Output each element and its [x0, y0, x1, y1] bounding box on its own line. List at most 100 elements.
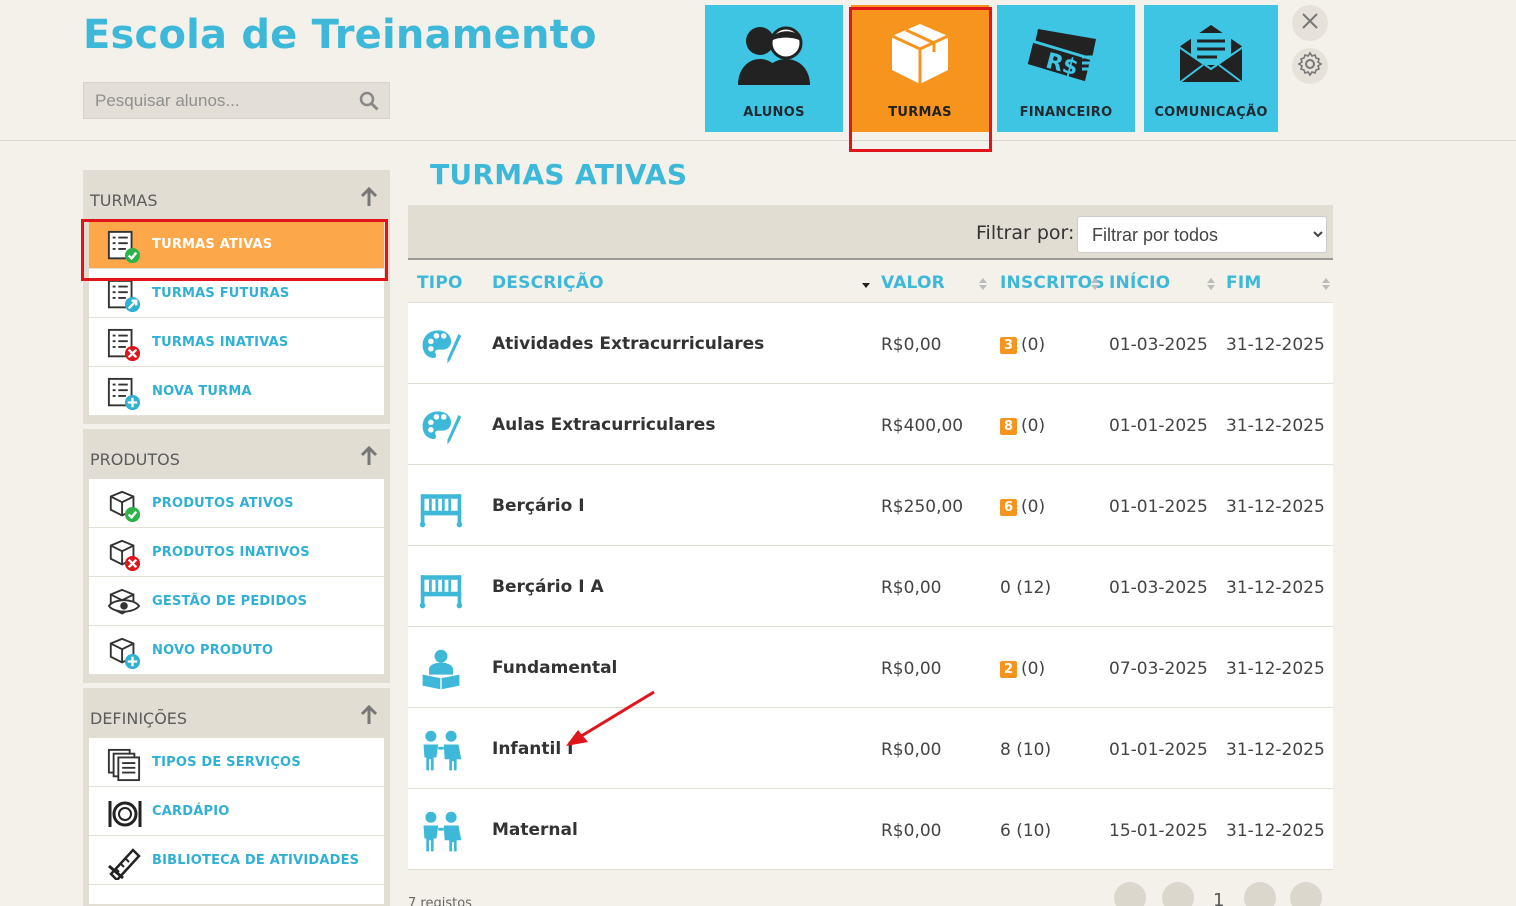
- enrolled-badge: 8: [1000, 418, 1018, 435]
- sidebar-title-definicoes: DEFINIÇÕES: [90, 709, 188, 728]
- nav-tile-financeiro[interactable]: R$ FINANCEIRO: [997, 5, 1135, 132]
- sort-icon[interactable]: [978, 276, 988, 295]
- row-inicio: 01-03-2025: [1109, 578, 1208, 598]
- table-row[interactable]: Atividades Extracurriculares R$0,00 3 (0)…: [408, 303, 1333, 384]
- row-description[interactable]: Maternal: [492, 820, 578, 840]
- sidebar-header-definicoes[interactable]: DEFINIÇÕES: [83, 688, 390, 738]
- row-inscritos-text: (0): [1021, 497, 1046, 517]
- sidebar-section-produtos: PRODUTOS PRODUTOS ATIVOS PRODUTOS INATIV…: [83, 429, 390, 683]
- row-inscritos: 2 (0): [1000, 659, 1045, 679]
- col-fim[interactable]: FIM: [1226, 273, 1261, 293]
- col-valor[interactable]: VALOR: [881, 273, 945, 293]
- students-icon: [705, 19, 843, 87]
- ruler-pencil-icon: [107, 846, 143, 884]
- row-inicio: 01-01-2025: [1109, 740, 1208, 760]
- nav-tile-comunicacao[interactable]: COMUNICAÇÃO: [1144, 5, 1278, 132]
- enrolled-badge: 6: [1000, 499, 1018, 516]
- row-inscritos-text: 6 (10): [1000, 821, 1052, 841]
- sidebar-item-label: NOVO PRODUTO: [152, 643, 274, 658]
- sidebar-item-nova-turma[interactable]: NOVA TURMA: [89, 367, 384, 416]
- row-inscritos: 3 (0): [1000, 335, 1045, 355]
- row-description[interactable]: Fundamental: [492, 658, 617, 678]
- sidebar-item-tipos-servicos[interactable]: TIPOS DE SERVIÇOS: [89, 738, 384, 787]
- close-button[interactable]: [1292, 5, 1328, 41]
- nav-label-financeiro: FINANCEIRO: [1019, 105, 1113, 120]
- sidebar-item-label: PRODUTOS INATIVOS: [152, 545, 310, 560]
- search-icon[interactable]: [359, 91, 379, 115]
- table-row[interactable]: Berçário I R$250,00 6 (0) 01-01-2025 31-1…: [408, 465, 1333, 546]
- sidebar-item-partial[interactable]: [89, 885, 384, 905]
- row-valor: R$400,00: [881, 416, 964, 436]
- sidebar-item-label: TURMAS INATIVAS: [152, 335, 289, 350]
- col-descricao[interactable]: DESCRIÇÃO: [492, 273, 604, 293]
- row-inscritos-text: (0): [1021, 335, 1046, 355]
- highlight-box-turmas-ativas: [81, 219, 388, 281]
- sidebar-item-gestao-pedidos[interactable]: GESTÃO DE PEDIDOS: [89, 577, 384, 626]
- cube-check-icon: [107, 489, 141, 527]
- table-row[interactable]: Infantil I R$0,00 8 (10) 01-01-2025 31-1…: [408, 708, 1333, 789]
- row-inscritos: 8 (0): [1000, 416, 1045, 436]
- collapse-arrow-icon[interactable]: [360, 186, 378, 212]
- col-inicio[interactable]: INÍCIO: [1109, 273, 1170, 293]
- sidebar-header-turmas[interactable]: TURMAS: [83, 170, 390, 220]
- enrolled-badge: 3: [1000, 337, 1018, 354]
- sidebar-header-produtos[interactable]: PRODUTOS: [83, 429, 390, 479]
- sort-desc-icon[interactable]: [860, 276, 872, 295]
- sidebar-item-turmas-inativas[interactable]: TURMAS INATIVAS: [89, 318, 384, 367]
- list-plus-icon: [107, 377, 141, 415]
- crib-icon: [416, 485, 466, 535]
- nav-tile-alunos[interactable]: ALUNOS: [705, 5, 843, 132]
- table-row[interactable]: Fundamental R$0,00 2 (0) 07-03-2025 31-12…: [408, 627, 1333, 708]
- table-row[interactable]: Maternal R$0,00 6 (10) 15-01-2025 31-12-…: [408, 789, 1333, 870]
- sidebar-section-turmas: TURMAS TURMAS ATIVAS TURMAS FUTURAS TURM…: [83, 170, 390, 424]
- row-fim: 31-12-2025: [1226, 740, 1325, 760]
- palette-icon: [416, 323, 466, 373]
- sort-icon[interactable]: [1206, 276, 1216, 295]
- enrolled-badge: 2: [1000, 661, 1018, 678]
- sidebar-item-produtos-inativos[interactable]: PRODUTOS INATIVOS: [89, 528, 384, 577]
- first-page-button[interactable]: [1114, 882, 1146, 906]
- cube-eye-icon: [107, 587, 141, 625]
- prev-page-button[interactable]: [1162, 882, 1194, 906]
- sidebar-item-biblioteca[interactable]: BIBLIOTECA DE ATIVIDADES: [89, 836, 384, 885]
- row-description[interactable]: Berçário I A: [492, 577, 604, 597]
- row-fim: 31-12-2025: [1226, 578, 1325, 598]
- reader-icon: [416, 647, 466, 697]
- row-fim: 31-12-2025: [1226, 416, 1325, 436]
- gear-icon: [1297, 51, 1323, 81]
- sidebar-item-produtos-ativos[interactable]: PRODUTOS ATIVOS: [89, 479, 384, 528]
- row-description[interactable]: Berçário I: [492, 496, 585, 516]
- row-inscritos-text: (0): [1021, 416, 1046, 436]
- row-valor: R$0,00: [881, 578, 942, 598]
- sidebar-item-cardapio[interactable]: CARDÁPIO: [89, 787, 384, 836]
- filter-select[interactable]: Filtrar por todos: [1077, 216, 1327, 253]
- settings-button[interactable]: [1292, 48, 1328, 84]
- sidebar-item-label: NOVA TURMA: [152, 384, 252, 399]
- collapse-arrow-icon[interactable]: [360, 445, 378, 471]
- sort-icon[interactable]: [1321, 276, 1331, 295]
- sidebar-item-label: BIBLIOTECA DE ATIVIDADES: [152, 853, 360, 868]
- sidebar-item-label: TURMAS FUTURAS: [152, 286, 290, 301]
- last-page-button[interactable]: [1290, 882, 1322, 906]
- table-row[interactable]: Aulas Extracurriculares R$400,00 8 (0) 01…: [408, 384, 1333, 465]
- row-description[interactable]: Atividades Extracurriculares: [492, 334, 764, 354]
- plate-cutlery-icon: [107, 797, 143, 835]
- row-inscritos: 6 (0): [1000, 497, 1045, 517]
- row-valor: R$0,00: [881, 821, 942, 841]
- cube-x-icon: [107, 538, 141, 576]
- next-page-button[interactable]: [1244, 882, 1276, 906]
- search-input[interactable]: [84, 83, 354, 118]
- search-box[interactable]: [83, 82, 390, 119]
- stacked-docs-icon: [107, 748, 141, 786]
- row-inscritos-text: (0): [1021, 659, 1046, 679]
- row-description[interactable]: Aulas Extracurriculares: [492, 415, 715, 435]
- row-valor: R$0,00: [881, 740, 942, 760]
- row-fim: 31-12-2025: [1226, 335, 1325, 355]
- collapse-arrow-icon[interactable]: [360, 704, 378, 730]
- sidebar-item-novo-produto[interactable]: NOVO PRODUTO: [89, 626, 384, 675]
- sort-icon[interactable]: [1090, 276, 1100, 295]
- col-tipo[interactable]: TIPO: [417, 273, 463, 293]
- row-inicio: 01-01-2025: [1109, 416, 1208, 436]
- row-inicio: 07-03-2025: [1109, 659, 1208, 679]
- table-row[interactable]: Berçário I A R$0,00 0 (12) 01-03-2025 31…: [408, 546, 1333, 627]
